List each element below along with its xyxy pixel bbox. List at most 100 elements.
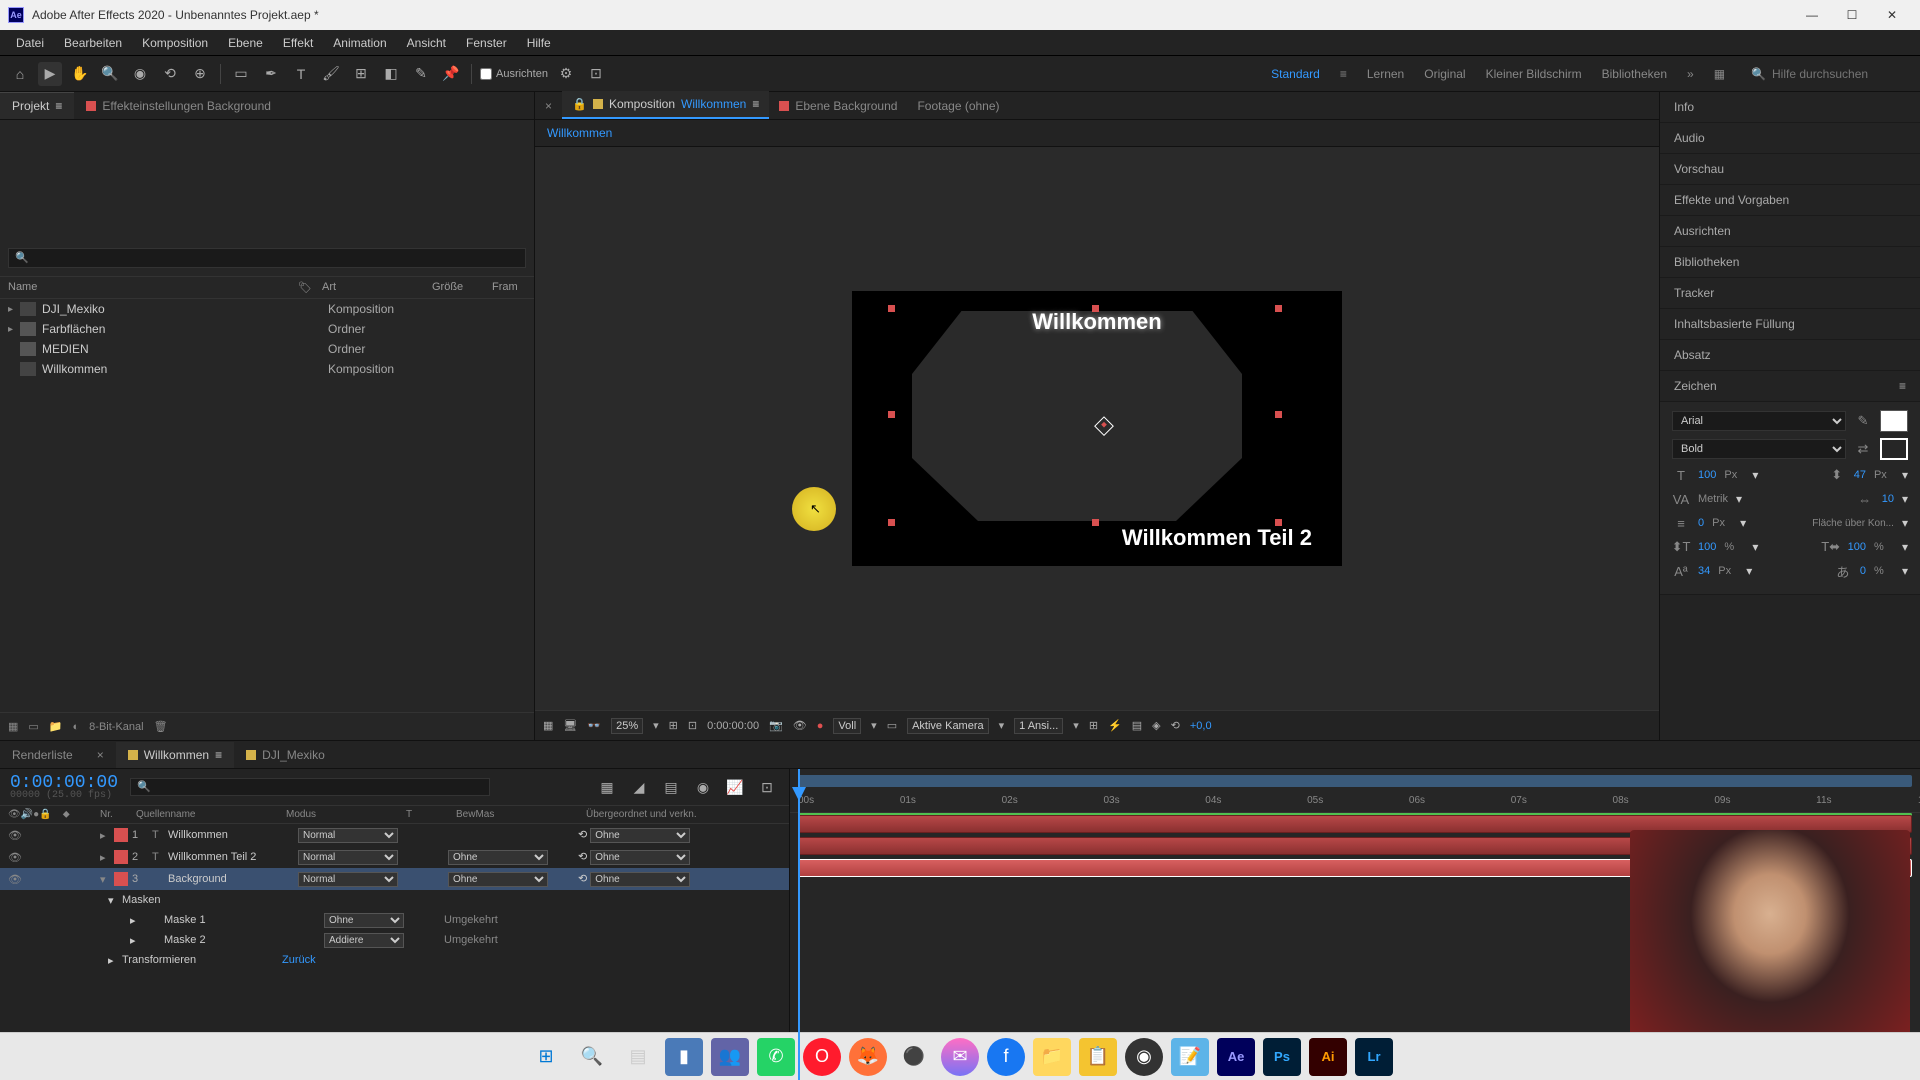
firefox-icon[interactable]: 🦊 xyxy=(849,1038,887,1076)
menu-ansicht[interactable]: Ansicht xyxy=(397,32,456,54)
panel-vorschau[interactable]: Vorschau xyxy=(1660,154,1920,185)
col-t[interactable]: T xyxy=(406,809,456,820)
help-search-input[interactable] xyxy=(1772,67,1912,81)
interpret-icon[interactable]: ▦ xyxy=(8,720,18,733)
menu-effekt[interactable]: Effekt xyxy=(273,32,323,54)
mask1-mode[interactable]: Ohne xyxy=(324,913,404,928)
timeline-search-input[interactable] xyxy=(130,778,490,796)
col-art[interactable]: Art xyxy=(322,281,432,294)
workspace-panel-icon[interactable]: ▦ xyxy=(1714,67,1725,81)
frame-blend-icon[interactable]: ▤ xyxy=(659,775,683,799)
reset-exp-icon[interactable]: ⟲ xyxy=(1171,719,1180,732)
new-folder-icon[interactable]: 📁 xyxy=(49,720,63,733)
snap-checkbox[interactable]: Ausrichten xyxy=(480,68,548,80)
text-tool-icon[interactable]: T xyxy=(289,62,313,86)
obs-icon[interactable]: ◉ xyxy=(1125,1038,1163,1076)
font-family-select[interactable]: Arial xyxy=(1672,411,1846,431)
eyedropper-icon[interactable]: ✎ xyxy=(1854,412,1872,430)
workspace-lernen[interactable]: Lernen xyxy=(1367,67,1404,81)
menu-hilfe[interactable]: Hilfe xyxy=(517,32,561,54)
swap-icon[interactable]: ⇄ xyxy=(1854,440,1872,458)
vscale-value[interactable]: 100 xyxy=(1698,541,1716,553)
eraser-tool-icon[interactable]: ◧ xyxy=(379,62,403,86)
hand-tool-icon[interactable]: ✋ xyxy=(68,62,92,86)
pixel-icon[interactable]: ⊞ xyxy=(1089,719,1098,732)
fill-swatch[interactable] xyxy=(1880,410,1908,432)
shift-value[interactable]: 0 xyxy=(1698,517,1704,529)
col-size[interactable]: Größe xyxy=(432,281,492,294)
app-icon-1[interactable]: ⚫ xyxy=(895,1038,933,1076)
facebook-icon[interactable]: f xyxy=(987,1038,1025,1076)
viewer-time[interactable]: 0:00:00:00 xyxy=(707,720,759,732)
tab-projekt[interactable]: Projekt ≡ xyxy=(0,92,74,119)
baseline-value[interactable]: 34 xyxy=(1698,565,1710,577)
graph-icon[interactable]: 📈 xyxy=(723,775,747,799)
trash-icon[interactable]: 🗑 xyxy=(154,720,168,733)
res-icon[interactable]: ⊞ xyxy=(669,719,678,732)
start-icon[interactable]: ⊞ xyxy=(527,1038,565,1076)
home-icon[interactable]: ⌂ xyxy=(8,62,32,86)
col-quelle[interactable]: Quellenname xyxy=(136,809,286,820)
col-name[interactable]: Name xyxy=(8,281,298,294)
explorer-icon[interactable]: ▮ xyxy=(665,1038,703,1076)
grid-icon[interactable]: ⊡ xyxy=(688,719,697,732)
project-item[interactable]: MEDIENOrdner xyxy=(0,339,534,359)
tracking-value[interactable]: 10 xyxy=(1882,493,1894,505)
show-snap-icon[interactable]: 👁 xyxy=(793,719,807,732)
snapshot-icon[interactable]: 📷 xyxy=(769,719,783,732)
composition-viewer[interactable]: Willkommen Willkommen Teil 2 xyxy=(535,147,1659,710)
monitor-icon[interactable]: 🖥 xyxy=(563,719,577,732)
snap-opts-icon[interactable]: ⚙ xyxy=(554,62,578,86)
shy-icon[interactable]: ◢ xyxy=(627,775,651,799)
maximize-button[interactable]: ☐ xyxy=(1832,0,1872,30)
col-bew[interactable]: BewMas xyxy=(456,809,586,820)
resolution-select[interactable]: Voll xyxy=(833,718,861,734)
whatsapp-icon[interactable]: ✆ xyxy=(757,1038,795,1076)
teams-icon[interactable]: 👥 xyxy=(711,1038,749,1076)
files-icon[interactable]: 📁 xyxy=(1033,1038,1071,1076)
ae-taskbar-icon[interactable]: Ae xyxy=(1217,1038,1255,1076)
anchor-tool-icon[interactable]: ⊕ xyxy=(188,62,212,86)
pen-tool-icon[interactable]: ✒ xyxy=(259,62,283,86)
project-search-input[interactable] xyxy=(8,248,526,268)
rotate-tool-icon[interactable]: ⟲ xyxy=(158,62,182,86)
rect-tool-icon[interactable]: ▭ xyxy=(229,62,253,86)
puppet-tool-icon[interactable]: 📌 xyxy=(439,62,463,86)
menu-ebene[interactable]: Ebene xyxy=(218,32,273,54)
stroke-option[interactable]: Fläche über Kon... xyxy=(1812,518,1894,529)
menu-bearbeiten[interactable]: Bearbeiten xyxy=(54,32,132,54)
tsume-value[interactable]: 0 xyxy=(1860,565,1866,577)
tab-effekteinstellungen[interactable]: Effekteinstellungen Background xyxy=(74,93,283,119)
mask-2[interactable]: Maske 2 xyxy=(164,934,324,946)
tab-ebene[interactable]: Ebene Background xyxy=(769,93,907,119)
panel-ausrichten[interactable]: Ausrichten xyxy=(1660,216,1920,247)
bit-depth[interactable]: 8-Bit-Kanal xyxy=(89,721,143,733)
messenger-icon[interactable]: ✉ xyxy=(941,1038,979,1076)
mask-1[interactable]: Maske 1 xyxy=(164,914,324,926)
project-item[interactable]: ▸DJI_MexikoKomposition xyxy=(0,299,534,319)
notepad-icon[interactable]: 📝 xyxy=(1171,1038,1209,1076)
tab-footage[interactable]: Footage (ohne) xyxy=(907,93,1009,119)
kerning-select[interactable]: Metrik xyxy=(1698,493,1728,505)
panel-info[interactable]: Info xyxy=(1660,92,1920,123)
close-button[interactable]: ✕ xyxy=(1872,0,1912,30)
panel-menu-icon[interactable]: ≡ xyxy=(1899,379,1906,393)
exposure[interactable]: +0,0 xyxy=(1190,720,1212,732)
flowchart-icon[interactable]: ◈ xyxy=(1152,719,1160,732)
project-item[interactable]: ▸FarbflächenOrdner xyxy=(0,319,534,339)
stroke-swatch[interactable] xyxy=(1880,438,1908,460)
workspace-opts-icon[interactable]: ≡ xyxy=(1340,67,1347,81)
masken-group[interactable]: Masken xyxy=(122,894,282,906)
alpha-icon[interactable]: ▦ xyxy=(543,719,553,732)
tl-close[interactable]: × xyxy=(85,742,116,768)
playhead[interactable] xyxy=(798,769,800,1080)
panel-audio[interactable]: Audio xyxy=(1660,123,1920,154)
comp-tab-close[interactable]: × xyxy=(535,93,562,119)
opera-icon[interactable]: O xyxy=(803,1038,841,1076)
panel-inhalt[interactable]: Inhaltsbasierte Füllung xyxy=(1660,309,1920,340)
panel-absatz[interactable]: Absatz xyxy=(1660,340,1920,371)
app-icon-2[interactable]: 📋 xyxy=(1079,1038,1117,1076)
ai-taskbar-icon[interactable]: Ai xyxy=(1309,1038,1347,1076)
workspace-kleiner[interactable]: Kleiner Bildschirm xyxy=(1486,67,1582,81)
menu-animation[interactable]: Animation xyxy=(323,32,396,54)
